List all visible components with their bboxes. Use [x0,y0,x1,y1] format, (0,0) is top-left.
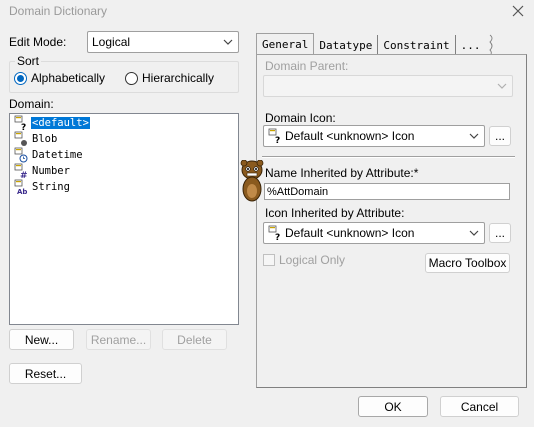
sort-hierarchically-radio[interactable]: Hierarchically [125,71,214,85]
domain-item-label: Datetime [32,149,83,161]
domain-parent-label: Domain Parent: [265,59,349,73]
tab-more[interactable]: ... [456,35,486,55]
blob-domain-icon [14,131,28,147]
icon-inherited-browse-button[interactable]: ... [489,223,511,243]
bear-mascot-icon [240,159,264,202]
domain-item-default[interactable]: ? <default> [14,115,90,133]
svg-text:?: ? [275,136,280,144]
number-domain-icon: # [14,163,28,181]
chevron-down-icon [468,130,480,142]
domain-item-label: Number [32,165,70,177]
name-inherited-input[interactable]: %AttDomain [264,183,510,200]
domain-item-datetime[interactable]: Datetime [14,147,84,163]
sort-hierarchically-label: Hierarchically [142,71,215,85]
logical-only-label: Logical Only [279,253,346,267]
default-domain-icon: ? [14,115,28,133]
reset-button[interactable]: Reset... [9,363,82,384]
section-divider [262,156,515,158]
domain-item-number[interactable]: # Number [14,163,71,181]
tab-scroll-icon[interactable] [487,34,497,55]
default-icon-preview: ? [268,225,282,243]
ok-button[interactable]: OK [358,396,428,417]
edit-mode-label: Edit Mode: [9,35,67,49]
svg-text:#: # [20,171,28,179]
icon-inherited-value: Default <unknown> Icon [285,226,415,240]
domain-icon-label: Domain Icon: [265,111,336,125]
domain-parent-select[interactable] [263,75,513,97]
sort-alphabetically-label: Alphabetically [31,71,106,85]
chevron-down-icon [468,227,480,239]
radio-unselected-icon [125,71,138,85]
tab-strip: General Datatype Constraint ... [256,33,485,55]
close-button[interactable] [508,2,528,20]
checkbox-unchecked-icon [263,254,275,266]
domain-item-label: Blob [32,133,58,145]
domain-item-string[interactable]: Ab String [14,179,71,196]
tab-constraint[interactable]: Constraint [378,35,456,55]
svg-text:?: ? [21,123,26,131]
logical-only-checkbox[interactable]: Logical Only [263,253,345,267]
chevron-down-icon [222,36,234,48]
domain-icon-value: Default <unknown> Icon [285,129,415,143]
svg-text:Ab: Ab [17,188,27,195]
cancel-button[interactable]: Cancel [440,396,519,417]
delete-button[interactable]: Delete [162,329,227,350]
icon-inherited-label: Icon Inherited by Attribute: [265,206,405,220]
chevron-down-icon [496,80,508,92]
domain-item-blob[interactable]: Blob [14,131,58,147]
radio-selected-icon [14,71,27,85]
macro-toolbox-button[interactable]: Macro Toolbox [425,253,510,273]
edit-mode-select[interactable]: Logical [87,31,239,53]
string-domain-icon: Ab [14,179,28,196]
domain-icon-select[interactable]: ? Default <unknown> Icon [263,125,485,147]
rename-button[interactable]: Rename... [86,329,151,350]
general-tab-panel [256,54,527,388]
window-title: Domain Dictionary [9,4,108,18]
sort-group-label: Sort [15,54,42,68]
new-button[interactable]: New... [9,329,74,350]
domain-label: Domain: [9,97,54,111]
domain-item-label: <default> [31,117,90,129]
edit-mode-value: Logical [92,35,131,49]
default-icon-preview: ? [268,128,282,146]
close-icon [512,5,524,17]
svg-text:?: ? [275,233,280,241]
sort-alphabetically-radio[interactable]: Alphabetically [14,71,105,85]
tab-general[interactable]: General [256,33,315,55]
domain-tree[interactable]: ? <default> Blob Datetime # Number Ab St… [9,113,239,325]
datetime-domain-icon [14,147,28,163]
icon-inherited-select[interactable]: ? Default <unknown> Icon [263,222,485,244]
tab-datatype[interactable]: Datatype [314,35,379,55]
domain-icon-browse-button[interactable]: ... [489,126,511,146]
name-inherited-label: Name Inherited by Attribute:* [265,166,419,180]
domain-item-label: String [32,181,70,193]
